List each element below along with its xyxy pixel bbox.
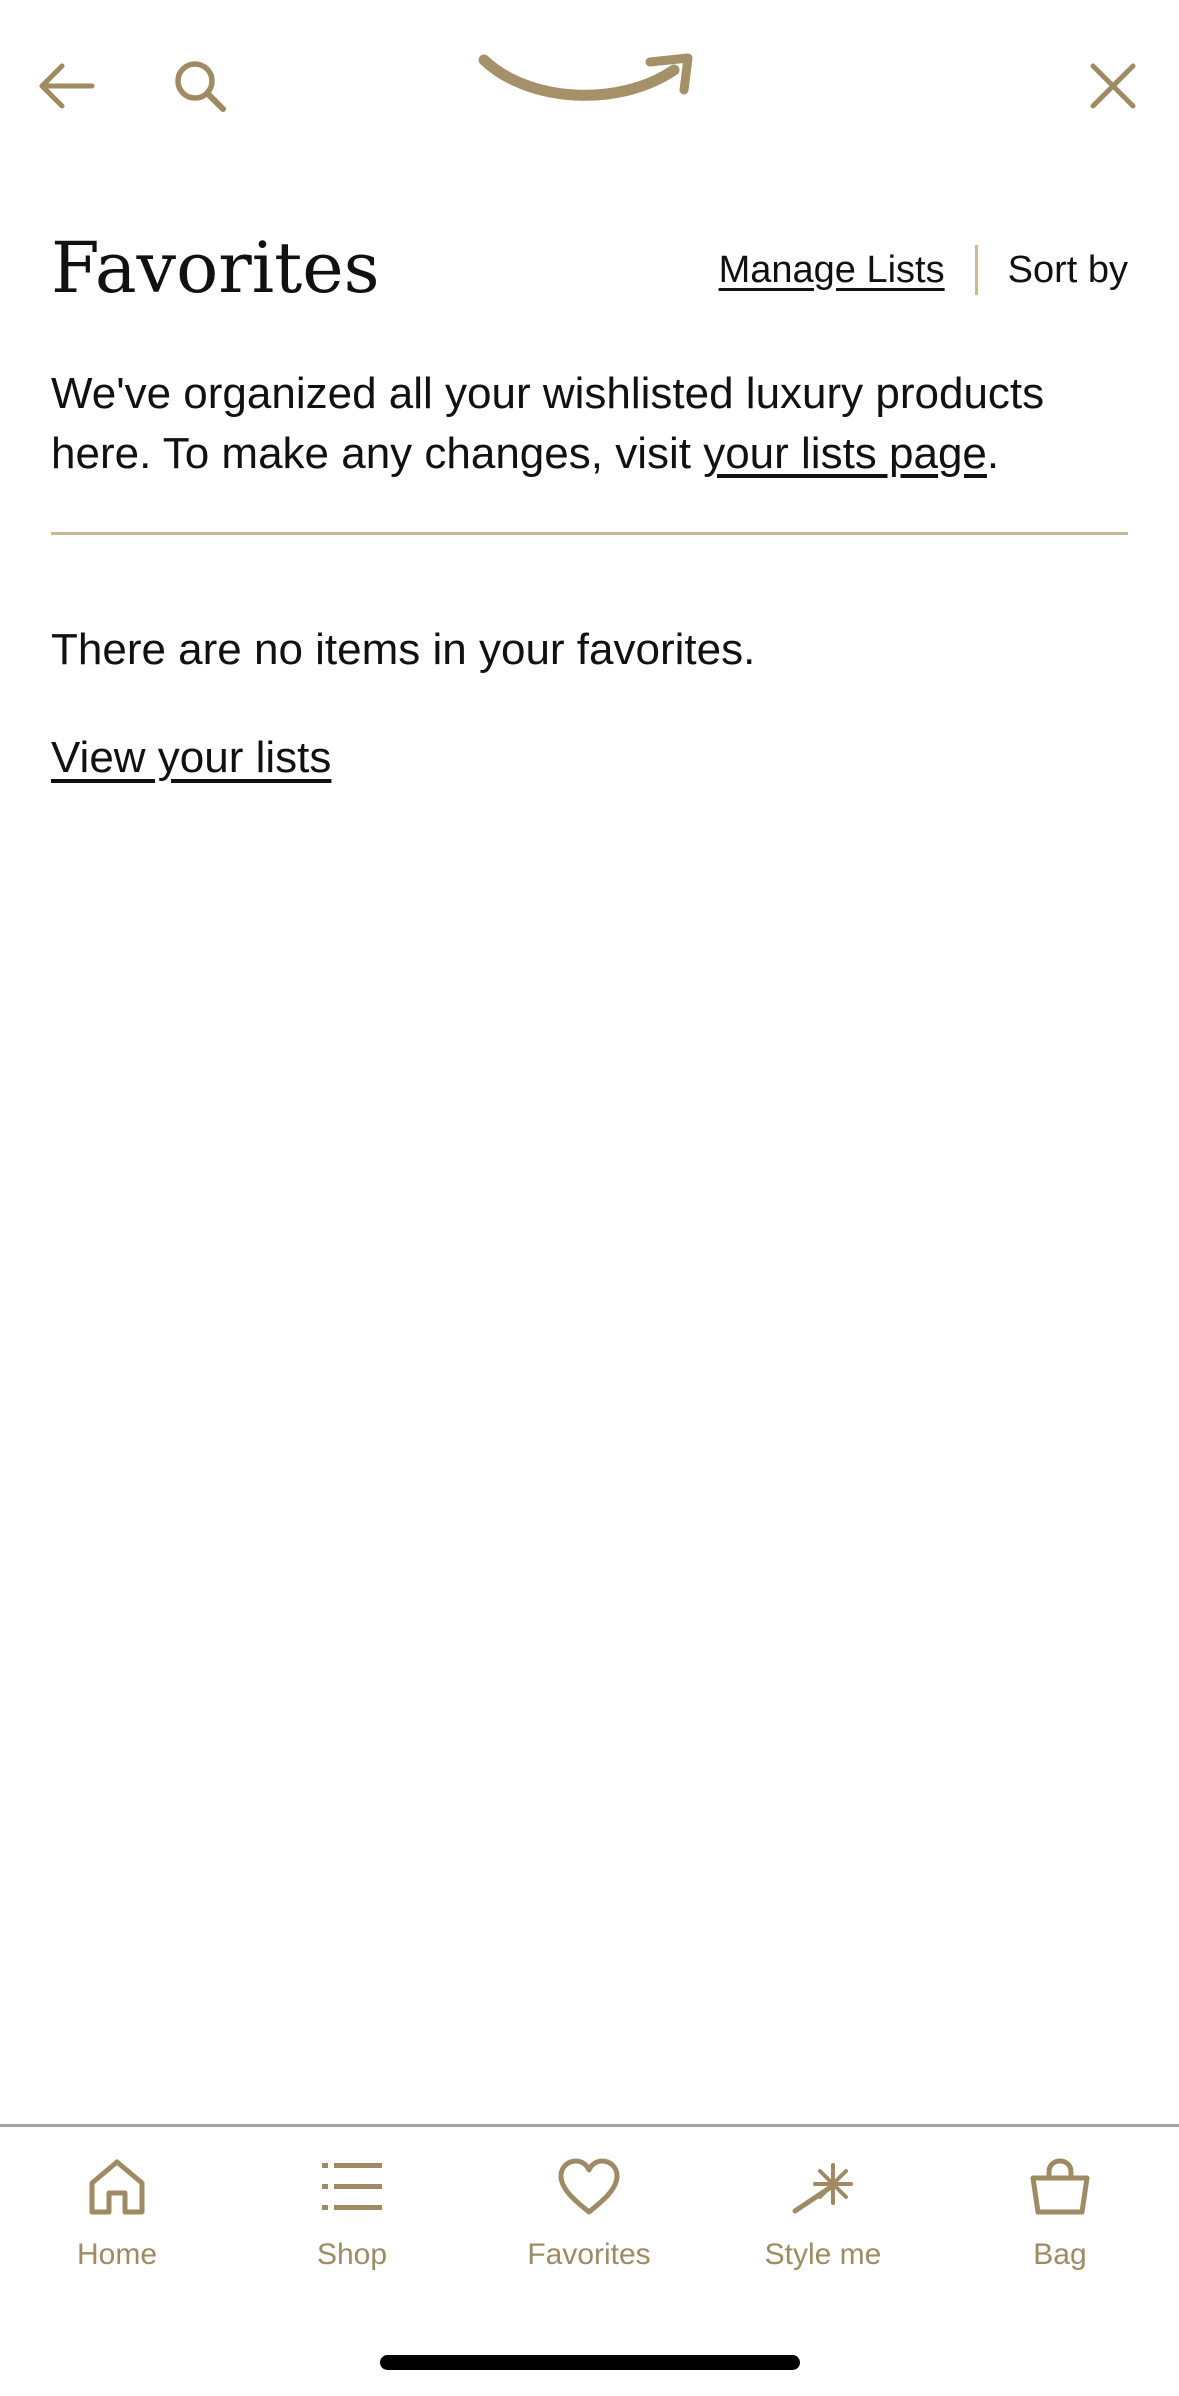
search-icon <box>175 61 226 112</box>
magic-wand-icon <box>788 2152 858 2222</box>
back-button[interactable] <box>30 50 102 122</box>
page-title: Favorites <box>51 227 380 309</box>
nav-label-home: Home <box>76 2238 158 2271</box>
header-actions: Manage Lists Sort by <box>719 242 1128 298</box>
favorites-page: Favorites Manage Lists Sort by We've org… <box>0 0 1179 2396</box>
heart-icon <box>554 2152 624 2222</box>
manage-lists-link[interactable]: Manage Lists <box>719 249 945 292</box>
close-icon <box>1090 63 1136 109</box>
nav-item-bag[interactable]: Bag <box>960 2152 1160 2282</box>
list-icon <box>317 2152 387 2222</box>
nav-item-style-me[interactable]: Style me <box>723 2152 923 2282</box>
home-icon <box>82 2152 152 2222</box>
your-lists-page-link[interactable]: your lists page <box>703 429 987 478</box>
intro-text: We've organized all your wishlisted luxu… <box>51 364 1131 484</box>
nav-label-style-me: Style me <box>764 2238 882 2271</box>
nav-label-bag: Bag <box>1033 2238 1087 2271</box>
home-indicator[interactable] <box>380 2355 800 2370</box>
sort-by-button[interactable]: Sort by <box>1008 249 1128 292</box>
section-divider <box>51 532 1128 535</box>
actions-divider <box>974 245 978 295</box>
view-your-lists-link[interactable]: View your lists <box>51 728 331 788</box>
search-button[interactable] <box>164 50 236 122</box>
nav-label-shop: Shop <box>316 2238 388 2271</box>
intro-text-after-link: . <box>986 429 1000 478</box>
top-bar <box>0 0 1179 170</box>
amazon-smile-logo[interactable] <box>478 50 700 114</box>
close-button[interactable] <box>1077 50 1149 122</box>
arrow-left-icon <box>39 63 95 109</box>
shopping-bag-icon <box>1025 2152 1095 2222</box>
nav-item-favorites[interactable]: Favorites <box>489 2152 689 2282</box>
nav-label-favorites: Favorites <box>527 2238 651 2271</box>
nav-item-home[interactable]: Home <box>17 2152 217 2282</box>
empty-state-message: There are no items in your favorites. <box>51 625 756 674</box>
nav-item-shop[interactable]: Shop <box>252 2152 452 2282</box>
